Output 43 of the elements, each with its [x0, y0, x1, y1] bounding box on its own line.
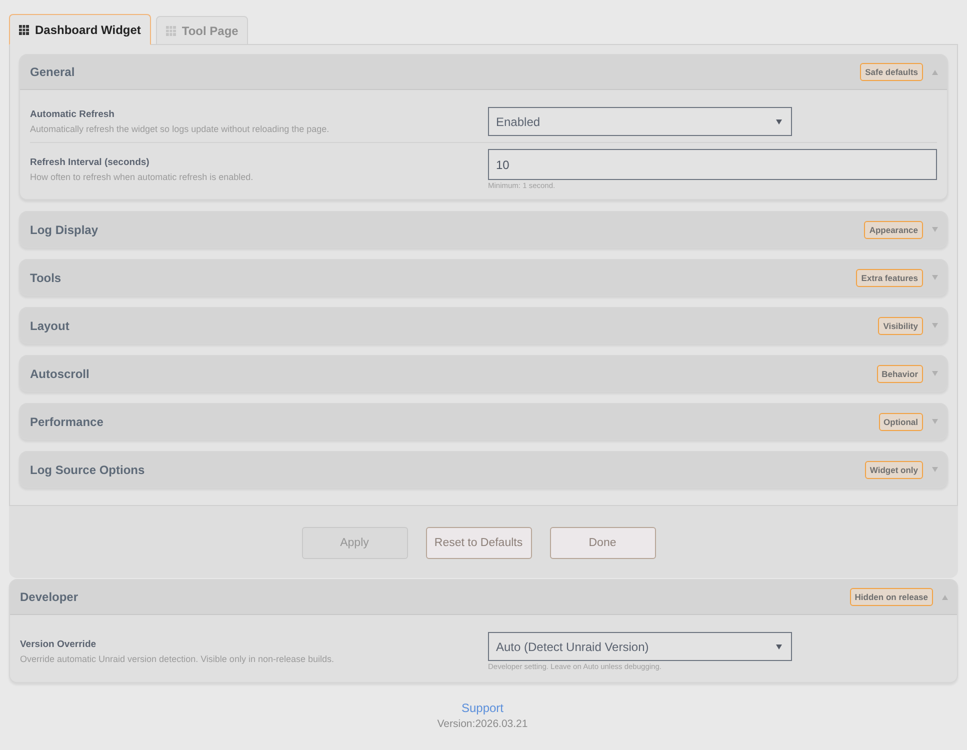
tab[interactable]: Tool Page: [156, 16, 248, 45]
category-badge: Optional: [878, 412, 923, 430]
setting-description: Override automatic Unraid version detection. Visible only in non-release builds.: [20, 654, 335, 664]
grid-icon: [19, 24, 29, 34]
accordion-header[interactable]: General Safe defaults: [20, 55, 947, 90]
accordion-header[interactable]: Performance Optional: [20, 404, 947, 439]
setting-label: Version Override: [20, 639, 98, 650]
tab[interactable]: Dashboard Widget: [9, 14, 151, 45]
setting-label: Automatic Refresh: [30, 109, 116, 120]
action-button[interactable]: Reset to Defaults: [426, 527, 532, 559]
setting-description: Automatically refresh the widget so logs update without reloading the page.: [30, 124, 330, 134]
category-badge: Hidden on release: [850, 588, 933, 606]
action-button[interactable]: Done: [550, 527, 656, 559]
accordion-header[interactable]: Log Display Appearance: [20, 212, 947, 247]
dropdown-select[interactable]: Auto (Detect Unraid Version): [488, 632, 792, 661]
category-badge: Behavior: [876, 364, 923, 382]
section-title: General: [30, 65, 76, 79]
grid-icon: [166, 26, 176, 36]
accordion-header[interactable]: Tools Extra features: [20, 260, 947, 295]
category-badge: Appearance: [864, 220, 923, 238]
section-title: Performance: [30, 414, 104, 428]
section-title: Log Source Options: [30, 462, 146, 476]
section-title: Log Display: [30, 222, 100, 236]
section-title: Autoscroll: [30, 366, 90, 380]
number-input[interactable]: 10: [488, 149, 937, 180]
accordion-header[interactable]: Developer Hidden on release: [10, 580, 957, 615]
category-badge: Widget only: [864, 460, 923, 478]
setting-label: Refresh Interval (seconds): [30, 157, 150, 168]
support-link[interactable]: Support: [461, 701, 504, 715]
caret-down-icon: [776, 118, 782, 124]
category-badge: Extra features: [856, 268, 923, 286]
accordion-header[interactable]: Log Source Options Widget only: [20, 452, 947, 487]
accordion-header[interactable]: Layout Visibility: [20, 308, 947, 343]
version-text: Version:2026.03.21: [437, 718, 528, 730]
category-badge: Safe defaults: [860, 63, 923, 81]
section-title: Developer: [20, 590, 80, 604]
accordion-header[interactable]: Autoscroll Behavior: [20, 356, 947, 391]
section-title: Tools: [30, 270, 62, 284]
category-badge: Visibility: [878, 316, 923, 334]
section-title: Layout: [30, 318, 70, 332]
dropdown-select[interactable]: Enabled: [488, 107, 792, 136]
caret-down-icon: [776, 644, 782, 650]
setting-description: How often to refresh when automatic refresh is enabled.: [30, 172, 254, 182]
